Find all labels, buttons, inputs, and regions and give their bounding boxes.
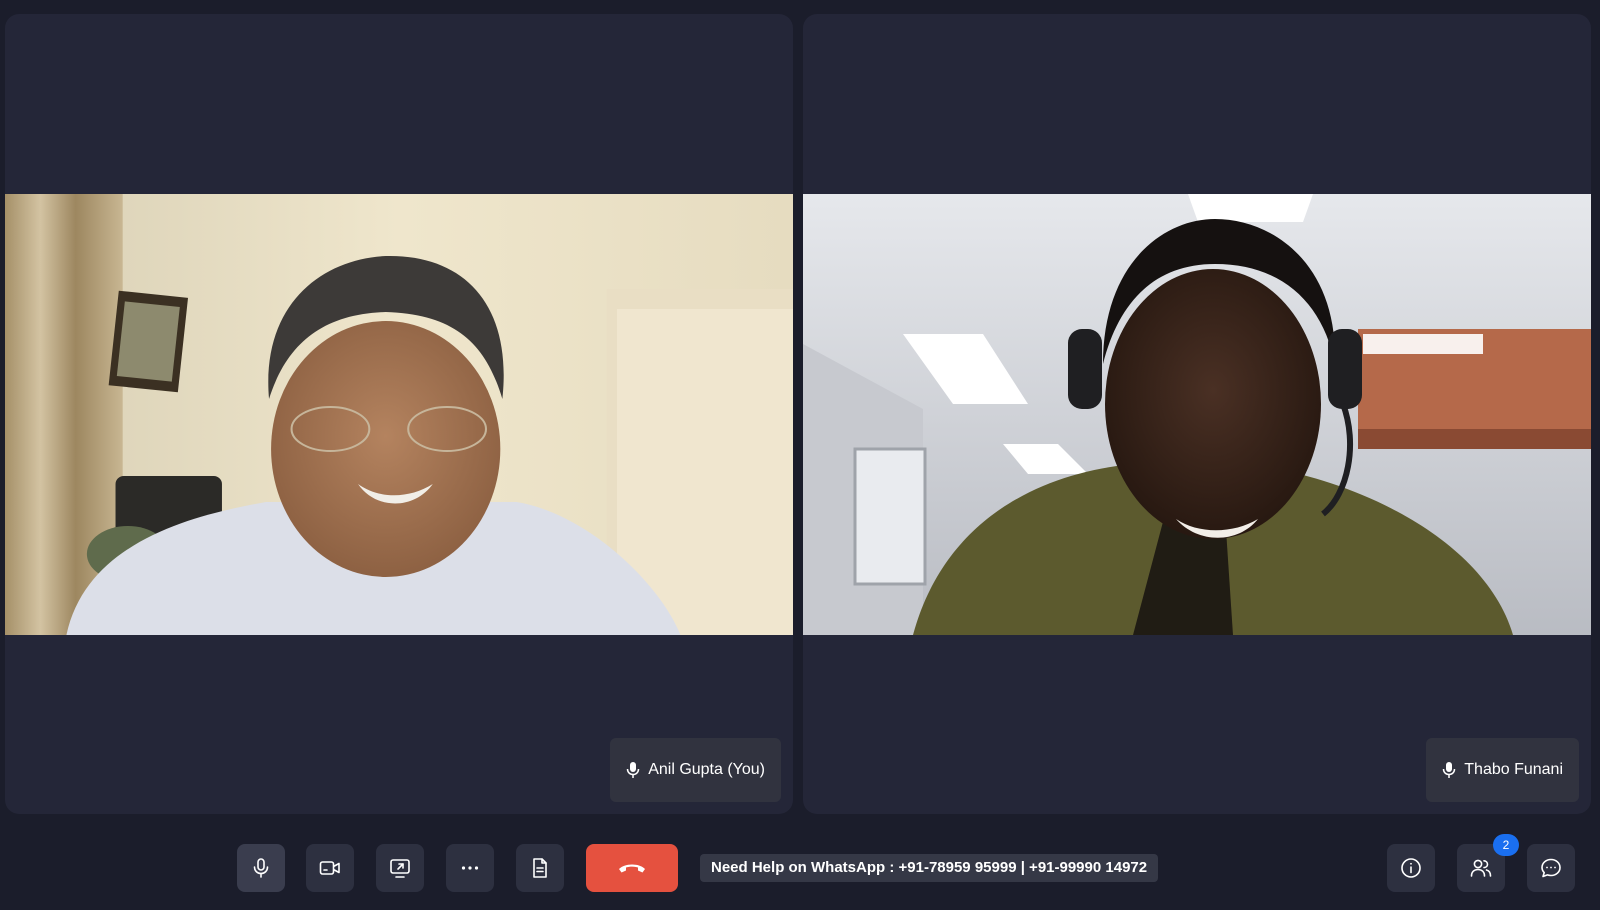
video-camera-icon [318,856,342,880]
meeting-stage: Anil Gupta (You) Thabo Funani Need Help … [0,0,1600,910]
participant-name-tag: Thabo Funani [1426,738,1579,802]
participant-name: Thabo Funani [1464,761,1563,778]
participants-icon [1469,856,1493,880]
microphone-icon [249,856,273,880]
chat-button[interactable] [1527,844,1575,892]
chat-icon [1539,856,1563,880]
share-screen-button[interactable] [376,844,424,892]
microphone-icon [1442,762,1456,778]
microphone-icon [626,762,640,778]
hang-up-icon [617,860,647,876]
end-call-button[interactable] [586,844,678,892]
notes-button[interactable] [516,844,564,892]
participant-tile-self[interactable]: Anil Gupta (You) [5,14,793,814]
participant-name-tag: Anil Gupta (You) [610,738,781,802]
more-options-button[interactable] [446,844,494,892]
document-icon [528,856,552,880]
share-screen-icon [388,856,412,880]
camera-button[interactable] [306,844,354,892]
info-icon [1399,856,1423,880]
participant-video [803,194,1591,635]
participant-tile-remote[interactable]: Thabo Funani [803,14,1591,814]
participant-video [5,194,793,635]
meeting-toolbar: Need Help on WhatsApp : +91-78959 95999 … [0,820,1600,910]
info-button[interactable] [1387,844,1435,892]
participant-name: Anil Gupta (You) [648,761,765,778]
microphone-button[interactable] [237,844,285,892]
participants-count-badge: 2 [1493,834,1519,856]
more-icon [458,856,482,880]
help-banner: Need Help on WhatsApp : +91-78959 95999 … [700,854,1159,882]
participants-button[interactable]: 2 [1457,834,1519,892]
